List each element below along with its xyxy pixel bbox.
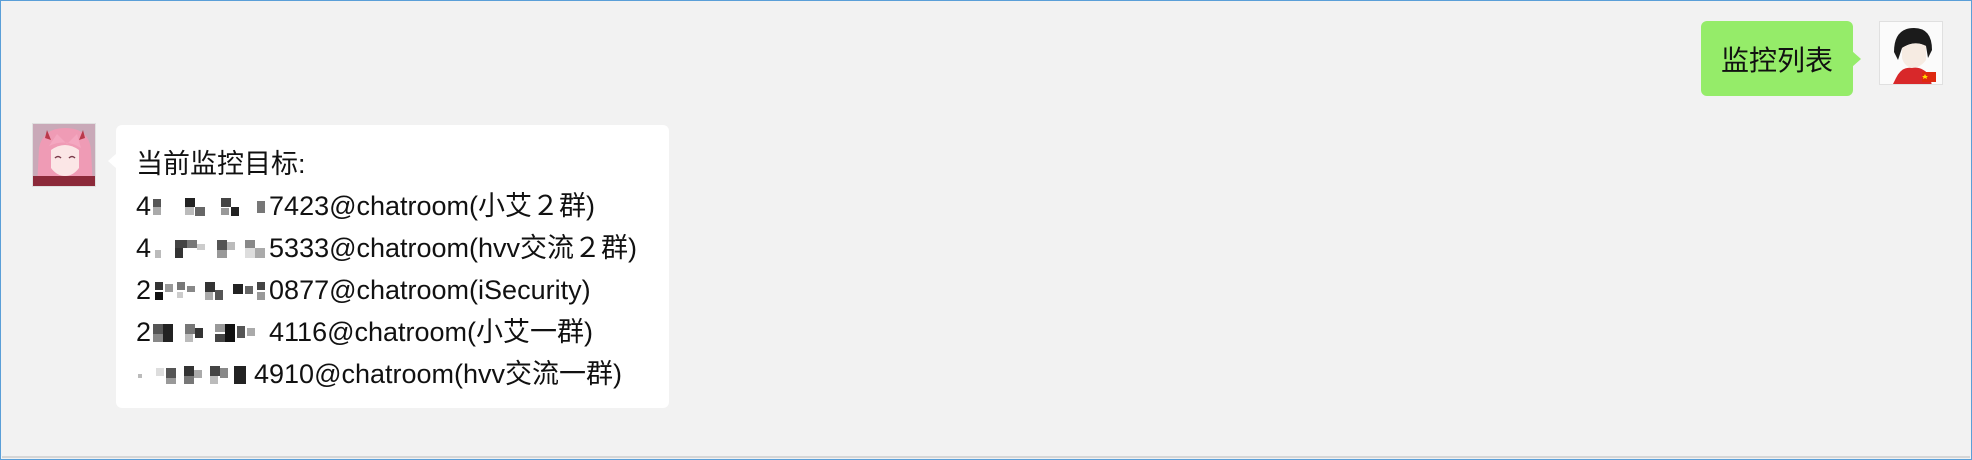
avatar-anime-boy-icon [1880, 22, 1942, 84]
target-id-prefix: 2 [136, 317, 152, 347]
target-id-prefix: 4 [136, 233, 152, 263]
target-row: 4 7423@chatroom(小艾２群) [136, 185, 649, 227]
target-row: 2 4116@chatroom(小艾一群) [136, 311, 649, 353]
redacted-id-mosaic [151, 238, 269, 260]
divider [2, 456, 1970, 458]
target-row: 4910@chatroom(hvv交流一群) [136, 353, 649, 395]
target-id-suffix: 0877@chatroom(iSecurity) [269, 275, 591, 305]
incoming-message-bubble[interactable]: 当前监控目标: 4 7423@chatroom(小艾２群) 4 5333@cha… [108, 125, 669, 408]
redacted-id-mosaic [136, 364, 254, 386]
redacted-id-mosaic [151, 196, 269, 218]
outgoing-message-text: 监控列表 [1720, 44, 1833, 76]
avatar-anime-girl-icon [33, 124, 95, 186]
bot-avatar[interactable] [32, 123, 96, 187]
target-row: 2 0877@chatroom(iSecurity) [136, 269, 649, 311]
target-id-suffix: 4116@chatroom(小艾一群) [269, 317, 594, 347]
my-avatar[interactable] [1879, 21, 1943, 85]
target-id-suffix: 5333@chatroom(hvv交流２群) [269, 233, 638, 263]
chat-window: 监控列表 当前监控目标: 4 7423@chatroom(小艾２群) 4 533… [0, 0, 1972, 460]
target-id-suffix: 7423@chatroom(小艾２群) [269, 191, 596, 221]
redacted-id-mosaic [151, 280, 269, 302]
target-row: 4 5333@chatroom(hvv交流２群) [136, 227, 649, 269]
target-id-prefix: 2 [136, 275, 152, 305]
target-id-suffix: 4910@chatroom(hvv交流一群) [254, 359, 623, 389]
outgoing-message-bubble[interactable]: 监控列表 [1701, 21, 1861, 96]
target-id-prefix: 4 [136, 191, 152, 221]
redacted-id-mosaic [151, 322, 269, 344]
message-heading: 当前监控目标: [136, 149, 306, 179]
